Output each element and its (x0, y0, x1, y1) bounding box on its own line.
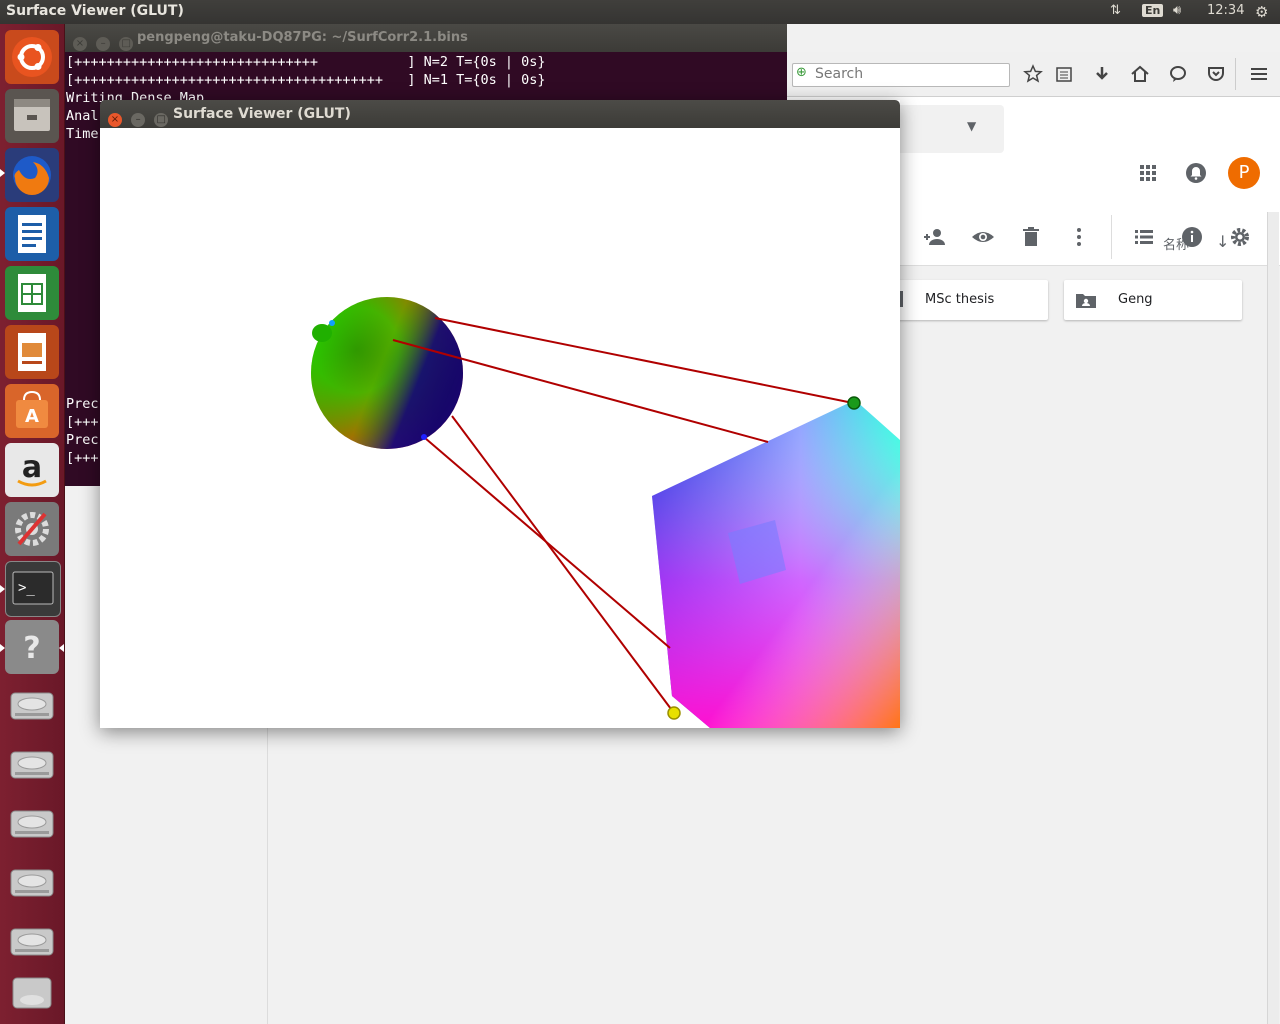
folder-card[interactable]: Geng (1064, 280, 1242, 320)
notifications-icon[interactable] (1184, 161, 1208, 185)
help-icon[interactable]: ? (5, 620, 59, 674)
ubuntu-dash-icon[interactable] (5, 30, 59, 84)
terminal-line: Time (66, 126, 99, 142)
calc-icon[interactable] (5, 266, 59, 320)
svg-text:?: ? (23, 631, 40, 666)
surface-viewer-window: × – □ Surface Viewer (GLUT) (100, 100, 900, 728)
drive-sidebar-divider (267, 700, 268, 1024)
terminal-line: [++++++++++++++++++++++++++++++ ] N=2 T=… (66, 54, 546, 70)
maximize-icon[interactable]: □ (119, 37, 134, 51)
marker-point (421, 434, 427, 440)
minimize-icon[interactable]: – (96, 37, 111, 51)
drive-icon[interactable] (5, 797, 59, 851)
keyboard-layout-indicator[interactable]: En (1142, 3, 1164, 18)
system-settings-icon[interactable] (5, 502, 59, 556)
marker-point (667, 706, 681, 720)
search-input[interactable]: ⊕ Search (792, 63, 1010, 87)
sort-direction-arrow-icon[interactable]: ↓ (1216, 232, 1229, 251)
settings-gear-icon[interactable] (1228, 225, 1252, 249)
terminal-line: [+++ (66, 450, 99, 466)
hamburger-menu-icon[interactable] (1249, 64, 1269, 84)
terminal-line: Anal (66, 108, 99, 124)
home-icon[interactable] (1130, 64, 1150, 84)
firefox-toolbar: ⊕ Search (787, 52, 1280, 97)
close-icon[interactable]: × (73, 37, 87, 51)
avatar[interactable]: P (1228, 157, 1260, 189)
clock[interactable]: 12:34 (1207, 3, 1244, 18)
session-gear-icon[interactable]: ⚙ (1255, 3, 1268, 21)
maximize-icon[interactable]: □ (154, 113, 169, 127)
sort-by-name-label[interactable]: 名称 (1163, 234, 1189, 253)
toolbar-divider (1111, 215, 1112, 259)
drive-icon[interactable] (5, 856, 59, 910)
drive-icon[interactable] (5, 915, 59, 969)
sphere-bump (312, 324, 332, 342)
chat-icon[interactable] (1168, 64, 1188, 84)
volume-icon[interactable]: 🔊︎ (1173, 3, 1181, 18)
focused-indicator (59, 644, 64, 652)
close-icon[interactable]: × (108, 113, 122, 127)
page-scrollbar[interactable] (1267, 212, 1279, 1024)
files-icon[interactable] (5, 89, 59, 143)
impress-icon[interactable] (5, 325, 59, 379)
toolbar-separator (1235, 58, 1236, 90)
folder-name: MSc thesis (925, 292, 995, 307)
glut-title: Surface Viewer (GLUT) (173, 106, 351, 122)
language-badge: En (1142, 4, 1164, 17)
svg-text:a: a (22, 450, 42, 485)
terminal-titlebar[interactable]: × – □ pengpeng@taku-DQ87PG: ~/SurfCorr2.… (65, 24, 787, 52)
folder-card[interactable]: MSc thesis (887, 280, 1048, 320)
surface-render (311, 297, 900, 728)
svg-text:>_: >_ (18, 580, 35, 596)
list-view-icon[interactable] (1132, 225, 1156, 249)
svg-text:A: A (25, 406, 39, 427)
preview-eye-icon[interactable] (971, 225, 995, 249)
bookmark-star-icon[interactable] (1023, 64, 1043, 84)
marker-point (329, 320, 335, 326)
3d-viewport[interactable] (100, 128, 900, 728)
firefox-icon[interactable] (5, 148, 59, 202)
bookmarks-menu-icon[interactable] (1054, 64, 1074, 84)
search-engine-icon: ⊕ (796, 65, 807, 80)
folder-name: Geng (1118, 292, 1153, 307)
correspondence-line (434, 317, 854, 404)
more-vert-icon[interactable] (1067, 225, 1091, 249)
marker-point (847, 396, 861, 410)
drive-icon[interactable] (5, 738, 59, 792)
pocket-icon[interactable] (1206, 64, 1226, 84)
terminal-icon[interactable]: >_ (5, 561, 61, 617)
active-window-title: Surface Viewer (GLUT) (6, 3, 184, 19)
search-options-dropdown-icon[interactable]: ▼ (967, 119, 976, 133)
terminal-line: Prec (66, 396, 99, 412)
network-transfer-icon[interactable]: ⇅ (1110, 3, 1121, 18)
minimize-icon[interactable]: – (131, 113, 146, 127)
correspondence-line (424, 437, 671, 649)
apps-grid-icon[interactable] (1136, 161, 1160, 185)
top-panel: Surface Viewer (GLUT) ⇅ En 🔊︎ 12:34 ⚙ (0, 0, 1280, 24)
correspondence-line (451, 415, 675, 714)
software-center-icon[interactable]: A (5, 384, 59, 438)
terminal-line: [++++++++++++++++++++++++++++++++++++++ … (66, 72, 546, 88)
terminal-title: pengpeng@taku-DQ87PG: ~/SurfCorr2.1.bins (137, 30, 468, 45)
search-placeholder: Search (815, 66, 864, 82)
writer-icon[interactable] (5, 207, 59, 261)
add-people-icon[interactable] (923, 225, 947, 249)
launcher: A a >_ ? (0, 24, 65, 1024)
downloads-icon[interactable] (1092, 64, 1112, 84)
glut-titlebar[interactable]: × – □ Surface Viewer (GLUT) (100, 100, 900, 128)
amazon-icon[interactable]: a (5, 443, 59, 497)
shared-folder-icon (1076, 292, 1096, 312)
delete-icon[interactable] (1019, 225, 1043, 249)
drive-icon[interactable] (5, 679, 59, 733)
terminal-line: Prec (66, 432, 99, 448)
terminal-line: [+++ (66, 414, 99, 430)
trash-icon[interactable] (5, 966, 59, 1020)
